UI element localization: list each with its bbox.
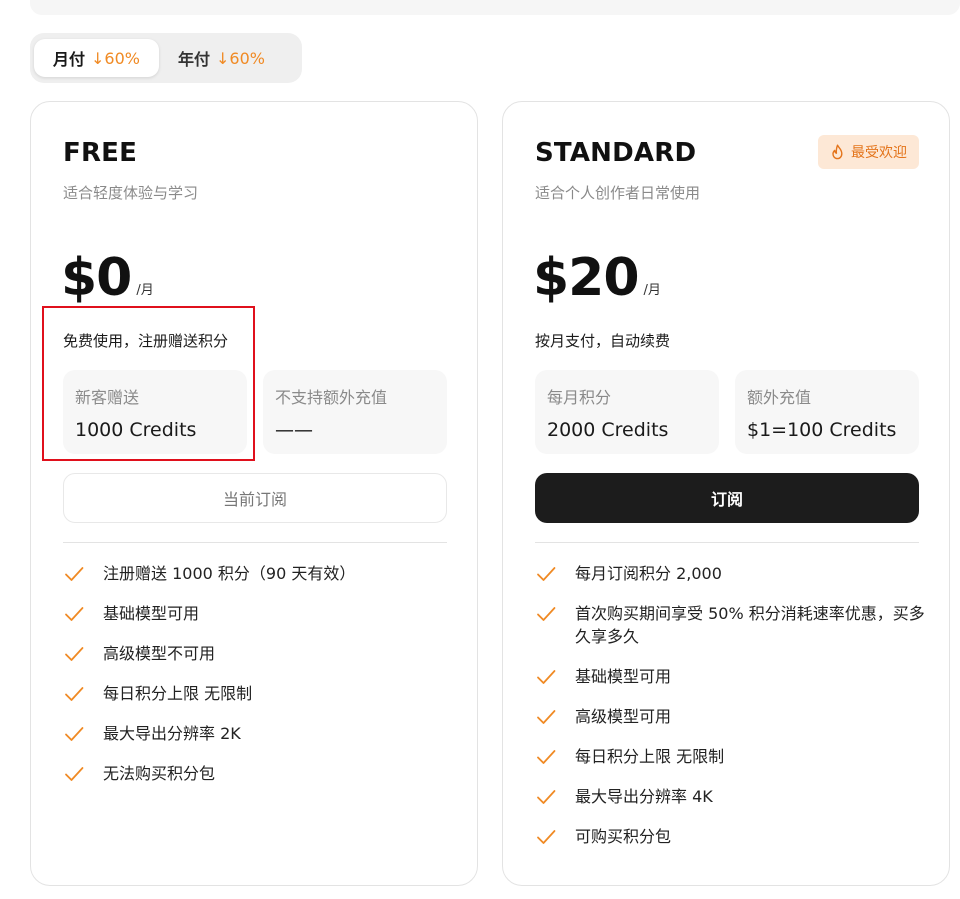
feature-list: 每月订阅积分 2,000 首次购买期间享受 50% 积分消耗速率优惠，买多久享多…: [535, 562, 925, 865]
price-note: 按月支付，自动续费: [535, 332, 671, 350]
price-row: $0 /月: [61, 250, 154, 306]
feature-text: 基础模型可用: [575, 667, 672, 686]
feature-item: 首次购买期间享受 50% 积分消耗速率优惠，买多久享多久: [535, 602, 925, 648]
toggle-yearly-label: 年付: [177, 50, 210, 69]
top-banner-strip: [30, 0, 960, 15]
price-unit: /月: [643, 283, 661, 298]
check-icon: [537, 607, 556, 621]
feature-item: 每日积分上限 无限制: [535, 745, 925, 768]
info-box-label: 额外充值: [747, 388, 812, 407]
check-icon: [537, 710, 556, 724]
check-icon: [537, 567, 556, 581]
info-box-recharge: 额外充值 $1=100 Credits: [735, 370, 919, 454]
badge-label: 最受欢迎: [851, 145, 907, 161]
feature-text: 高级模型可用: [575, 707, 672, 726]
check-icon: [65, 727, 84, 741]
feature-item: 注册赠送 1000 积分（90 天有效）: [63, 562, 453, 585]
feature-text: 每月订阅积分 2,000: [575, 564, 722, 583]
current-subscription-button[interactable]: 当前订阅: [63, 473, 447, 523]
plan-price: $20: [533, 248, 640, 308]
check-icon: [537, 790, 556, 804]
feature-item: 最大导出分辨率 2K: [63, 722, 453, 745]
feature-text: 首次购买期间享受 50% 积分消耗速率优惠，买多久享多久: [575, 604, 925, 646]
divider: [535, 542, 919, 543]
toggle-yearly[interactable]: 年付 ↓60%: [159, 39, 284, 77]
feature-text: 可购买积分包: [575, 827, 672, 846]
toggle-monthly-label: 月付: [53, 50, 86, 69]
plan-card-standard: STANDARD 最受欢迎 适合个人创作者日常使用 $20 /月 按月支付，自动…: [502, 101, 950, 886]
plan-price: $0: [61, 248, 132, 308]
feature-item: 高级模型可用: [535, 705, 925, 728]
feature-text: 基础模型可用: [103, 604, 200, 623]
price-unit: /月: [136, 283, 154, 298]
feature-item: 每月订阅积分 2,000: [535, 562, 925, 585]
flame-icon: [832, 144, 843, 160]
plan-description: 适合轻度体验与学习: [63, 184, 199, 202]
divider: [63, 542, 447, 543]
plan-card-free: FREE 适合轻度体验与学习 $0 /月 免费使用，注册赠送积分 新客赠送 10…: [30, 101, 478, 886]
feature-text: 每日积分上限 无限制: [575, 747, 725, 766]
feature-text: 最大导出分辨率 2K: [103, 724, 241, 743]
feature-item: 基础模型可用: [535, 665, 925, 688]
price-row: $20 /月: [533, 250, 661, 306]
info-box-recharge: 不支持额外充值 ——: [263, 370, 447, 454]
feature-item: 最大导出分辨率 4K: [535, 785, 925, 808]
info-box-label: 每月积分: [547, 388, 612, 407]
feature-text: 最大导出分辨率 4K: [575, 787, 713, 806]
billing-period-toggle[interactable]: 月付 ↓60% 年付 ↓60%: [30, 33, 302, 83]
plan-name: STANDARD: [535, 138, 697, 168]
check-icon: [65, 767, 84, 781]
feature-list: 注册赠送 1000 积分（90 天有效） 基础模型可用 高级模型不可用 每日积分…: [63, 562, 453, 802]
plan-name: FREE: [63, 138, 138, 168]
check-icon: [537, 750, 556, 764]
annotation-highlight-box: [42, 306, 255, 461]
feature-item: 无法购买积分包: [63, 762, 453, 785]
toggle-monthly-discount: ↓60%: [91, 48, 140, 68]
plan-description: 适合个人创作者日常使用: [535, 184, 701, 202]
check-icon: [537, 830, 556, 844]
feature-text: 高级模型不可用: [103, 644, 216, 663]
check-icon: [65, 567, 84, 581]
check-icon: [537, 670, 556, 684]
check-icon: [65, 687, 84, 701]
feature-text: 注册赠送 1000 积分（90 天有效）: [103, 564, 356, 583]
feature-item: 可购买积分包: [535, 825, 925, 848]
feature-item: 高级模型不可用: [63, 642, 453, 665]
check-icon: [65, 607, 84, 621]
subscribe-button[interactable]: 订阅: [535, 473, 919, 523]
toggle-monthly[interactable]: 月付 ↓60%: [34, 39, 159, 77]
feature-text: 无法购买积分包: [103, 764, 216, 783]
info-box-value: 2000 Credits: [547, 419, 669, 441]
info-box-value: $1=100 Credits: [747, 419, 897, 441]
toggle-yearly-discount: ↓60%: [216, 48, 265, 68]
info-box-value: ——: [275, 419, 313, 441]
feature-item: 基础模型可用: [63, 602, 453, 625]
feature-text: 每日积分上限 无限制: [103, 684, 253, 703]
most-popular-badge: 最受欢迎: [818, 135, 919, 169]
check-icon: [65, 647, 84, 661]
info-box-label: 不支持额外充值: [275, 388, 388, 407]
feature-item: 每日积分上限 无限制: [63, 682, 453, 705]
info-box-monthly-credits: 每月积分 2000 Credits: [535, 370, 719, 454]
